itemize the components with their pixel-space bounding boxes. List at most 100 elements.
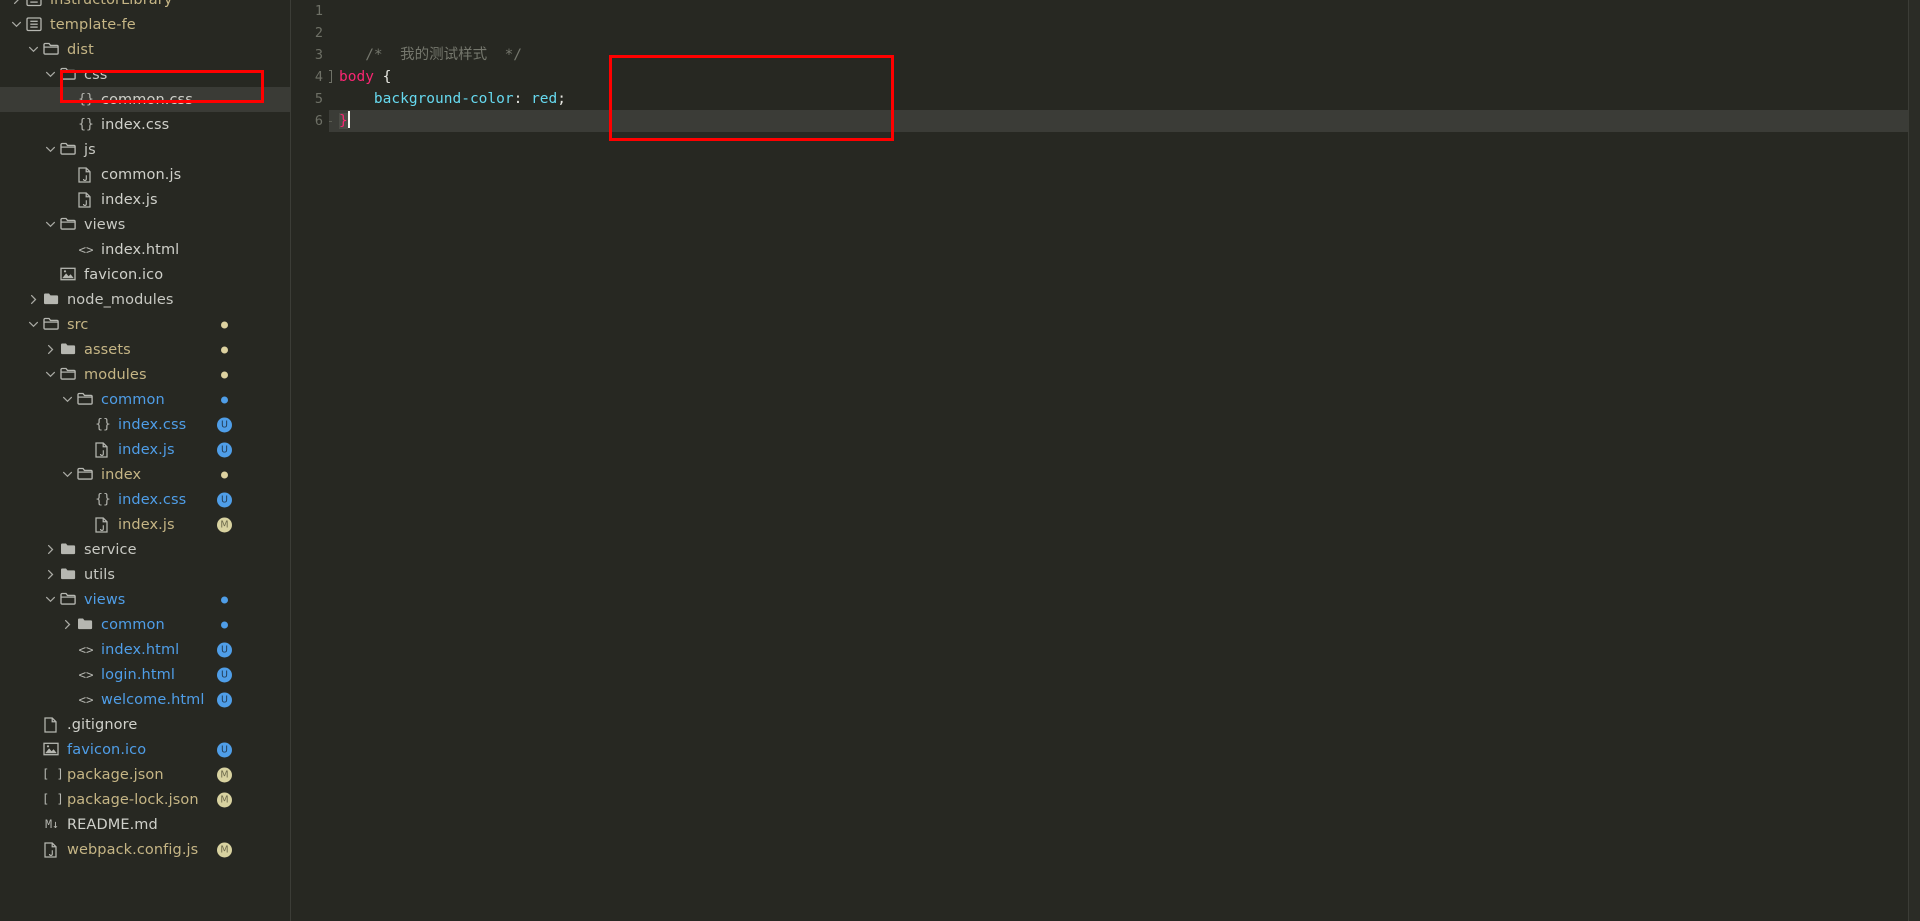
tree-row-package-lock-json[interactable]: [ ] package-lock.json M	[0, 787, 290, 812]
tree-row-login-html[interactable]: <> login.html U	[0, 662, 290, 687]
chevron-right-icon[interactable]	[60, 612, 76, 637]
status-dot-modified	[221, 346, 228, 353]
tree-row-node-modules[interactable]: node_modules	[0, 287, 290, 312]
chevron-down-icon[interactable]	[43, 212, 59, 237]
css-icon: {}	[95, 417, 111, 432]
chevron-down-icon[interactable]	[60, 387, 76, 412]
chevron-down-icon[interactable]	[43, 587, 59, 612]
code-line[interactable]	[291, 22, 1920, 44]
chevron-right-icon[interactable]	[43, 537, 59, 562]
chevron-right-icon[interactable]	[43, 337, 59, 362]
tree-row-common[interactable]: common	[0, 612, 290, 637]
text-cursor	[347, 111, 350, 128]
chevron-right-icon[interactable]	[9, 0, 25, 12]
tree-row-instructorlibrary[interactable]: instructorLibrary	[0, 0, 290, 12]
folder-open-icon	[59, 137, 79, 162]
code-line[interactable]: background-color: red;	[291, 88, 1920, 110]
tree-row-common[interactable]: common	[0, 387, 290, 412]
tree-row-service[interactable]: service	[0, 537, 290, 562]
editor-scrollbar[interactable]	[1908, 0, 1920, 921]
tree-row-template-fe[interactable]: template-fe	[0, 12, 290, 37]
tree-row-label: css	[84, 66, 108, 83]
tree-row-favicon-ico[interactable]: favicon.ico U	[0, 737, 290, 762]
code-token-comment: /* 我的测试样式 */	[339, 47, 523, 63]
tree-row-index-css[interactable]: {} index.css	[0, 112, 290, 137]
chevron-down-icon[interactable]	[26, 312, 42, 337]
line-number: 5	[314, 91, 323, 107]
file-icon	[42, 712, 62, 737]
chevron-right-icon[interactable]	[26, 287, 42, 312]
editor-pane[interactable]: /* 我的测试样式 */ -body { background-color: re…	[291, 0, 1920, 921]
tree-row-label: README.md	[67, 816, 158, 833]
tree-row-label: index.css	[101, 116, 170, 133]
tree-row-label: index.html	[101, 641, 180, 658]
folder-icon	[59, 337, 79, 362]
tree-row-index[interactable]: index	[0, 462, 290, 487]
tree-row-index-css[interactable]: {} index.css U	[0, 412, 290, 437]
tree-row-css[interactable]: css	[0, 62, 290, 87]
code-line[interactable]: }	[291, 110, 1920, 132]
tree-row-webpack-config-js[interactable]: webpack.config.js M	[0, 837, 290, 862]
tree-row-label: welcome.html	[101, 691, 205, 708]
tree-row-favicon-ico[interactable]: favicon.ico	[0, 262, 290, 287]
status-badge-untracked: U	[217, 417, 232, 432]
tree-row-assets[interactable]: assets	[0, 337, 290, 362]
json-icon: [ ]	[42, 792, 64, 806]
js-icon	[76, 187, 96, 212]
tree-row-label: index.css	[118, 416, 187, 433]
line-number-gutter: 1 2 3 4 5 6	[291, 0, 329, 921]
tree-row-index-js[interactable]: index.js U	[0, 437, 290, 462]
chevron-down-icon[interactable]	[26, 37, 42, 62]
status-dot-modified	[221, 321, 228, 328]
chevron-down-icon[interactable]	[43, 137, 59, 162]
tree-row-views[interactable]: views	[0, 587, 290, 612]
status-badge-modified: M	[217, 792, 232, 807]
tree-row-index-html[interactable]: <> index.html	[0, 237, 290, 262]
chevron-down-icon[interactable]	[43, 62, 59, 87]
tree-row-label: template-fe	[50, 16, 136, 33]
js-icon	[76, 162, 96, 187]
tree-row-index-js[interactable]: index.js M	[0, 512, 290, 537]
tree-row-common-css[interactable]: {} common.css	[0, 87, 290, 112]
tree-row-label: package-lock.json	[67, 791, 199, 808]
tree-row-views[interactable]: views	[0, 212, 290, 237]
tree-row-js[interactable]: js	[0, 137, 290, 162]
chevron-down-icon[interactable]	[9, 12, 25, 37]
tree-row-label: index	[101, 466, 142, 483]
tree-row-modules[interactable]: modules	[0, 362, 290, 387]
tree-row-package-json[interactable]: [ ] package.json M	[0, 762, 290, 787]
tree-row-readme-md[interactable]: M↓ README.md	[0, 812, 290, 837]
tree-row-welcome-html[interactable]: <> welcome.html U	[0, 687, 290, 712]
code-content[interactable]: /* 我的测试样式 */ -body { background-color: re…	[291, 0, 1920, 132]
tree-row-label: views	[84, 216, 126, 233]
code-line[interactable]	[291, 0, 1920, 22]
chevron-right-icon[interactable]	[43, 562, 59, 587]
html-icon: <>	[78, 642, 94, 657]
tree-row-index-html[interactable]: <> index.html U	[0, 637, 290, 662]
file-tree[interactable]: instructorLibrary template-fe dist css {} com…	[0, 0, 290, 862]
tree-row-label: common	[101, 616, 165, 633]
tree-row-common-js[interactable]: common.js	[0, 162, 290, 187]
code-line[interactable]: -body {	[291, 66, 1920, 88]
tree-row-src[interactable]: src	[0, 312, 290, 337]
tree-row-label: node_modules	[67, 291, 174, 308]
folder-icon	[59, 537, 79, 562]
tree-row-index-js[interactable]: index.js	[0, 187, 290, 212]
chevron-down-icon[interactable]	[60, 462, 76, 487]
tree-row-index-css[interactable]: {} index.css U	[0, 487, 290, 512]
code-line[interactable]: /* 我的测试样式 */	[291, 44, 1920, 66]
tree-row-utils[interactable]: utils	[0, 562, 290, 587]
chevron-down-icon[interactable]	[43, 362, 59, 387]
css-icon: {}	[78, 92, 94, 107]
status-dot-modified	[221, 471, 228, 478]
tree-row-label: index.js	[118, 516, 175, 533]
tree-row--gitignore[interactable]: .gitignore	[0, 712, 290, 737]
tree-row-dist[interactable]: dist	[0, 37, 290, 62]
folder-icon	[59, 562, 79, 587]
